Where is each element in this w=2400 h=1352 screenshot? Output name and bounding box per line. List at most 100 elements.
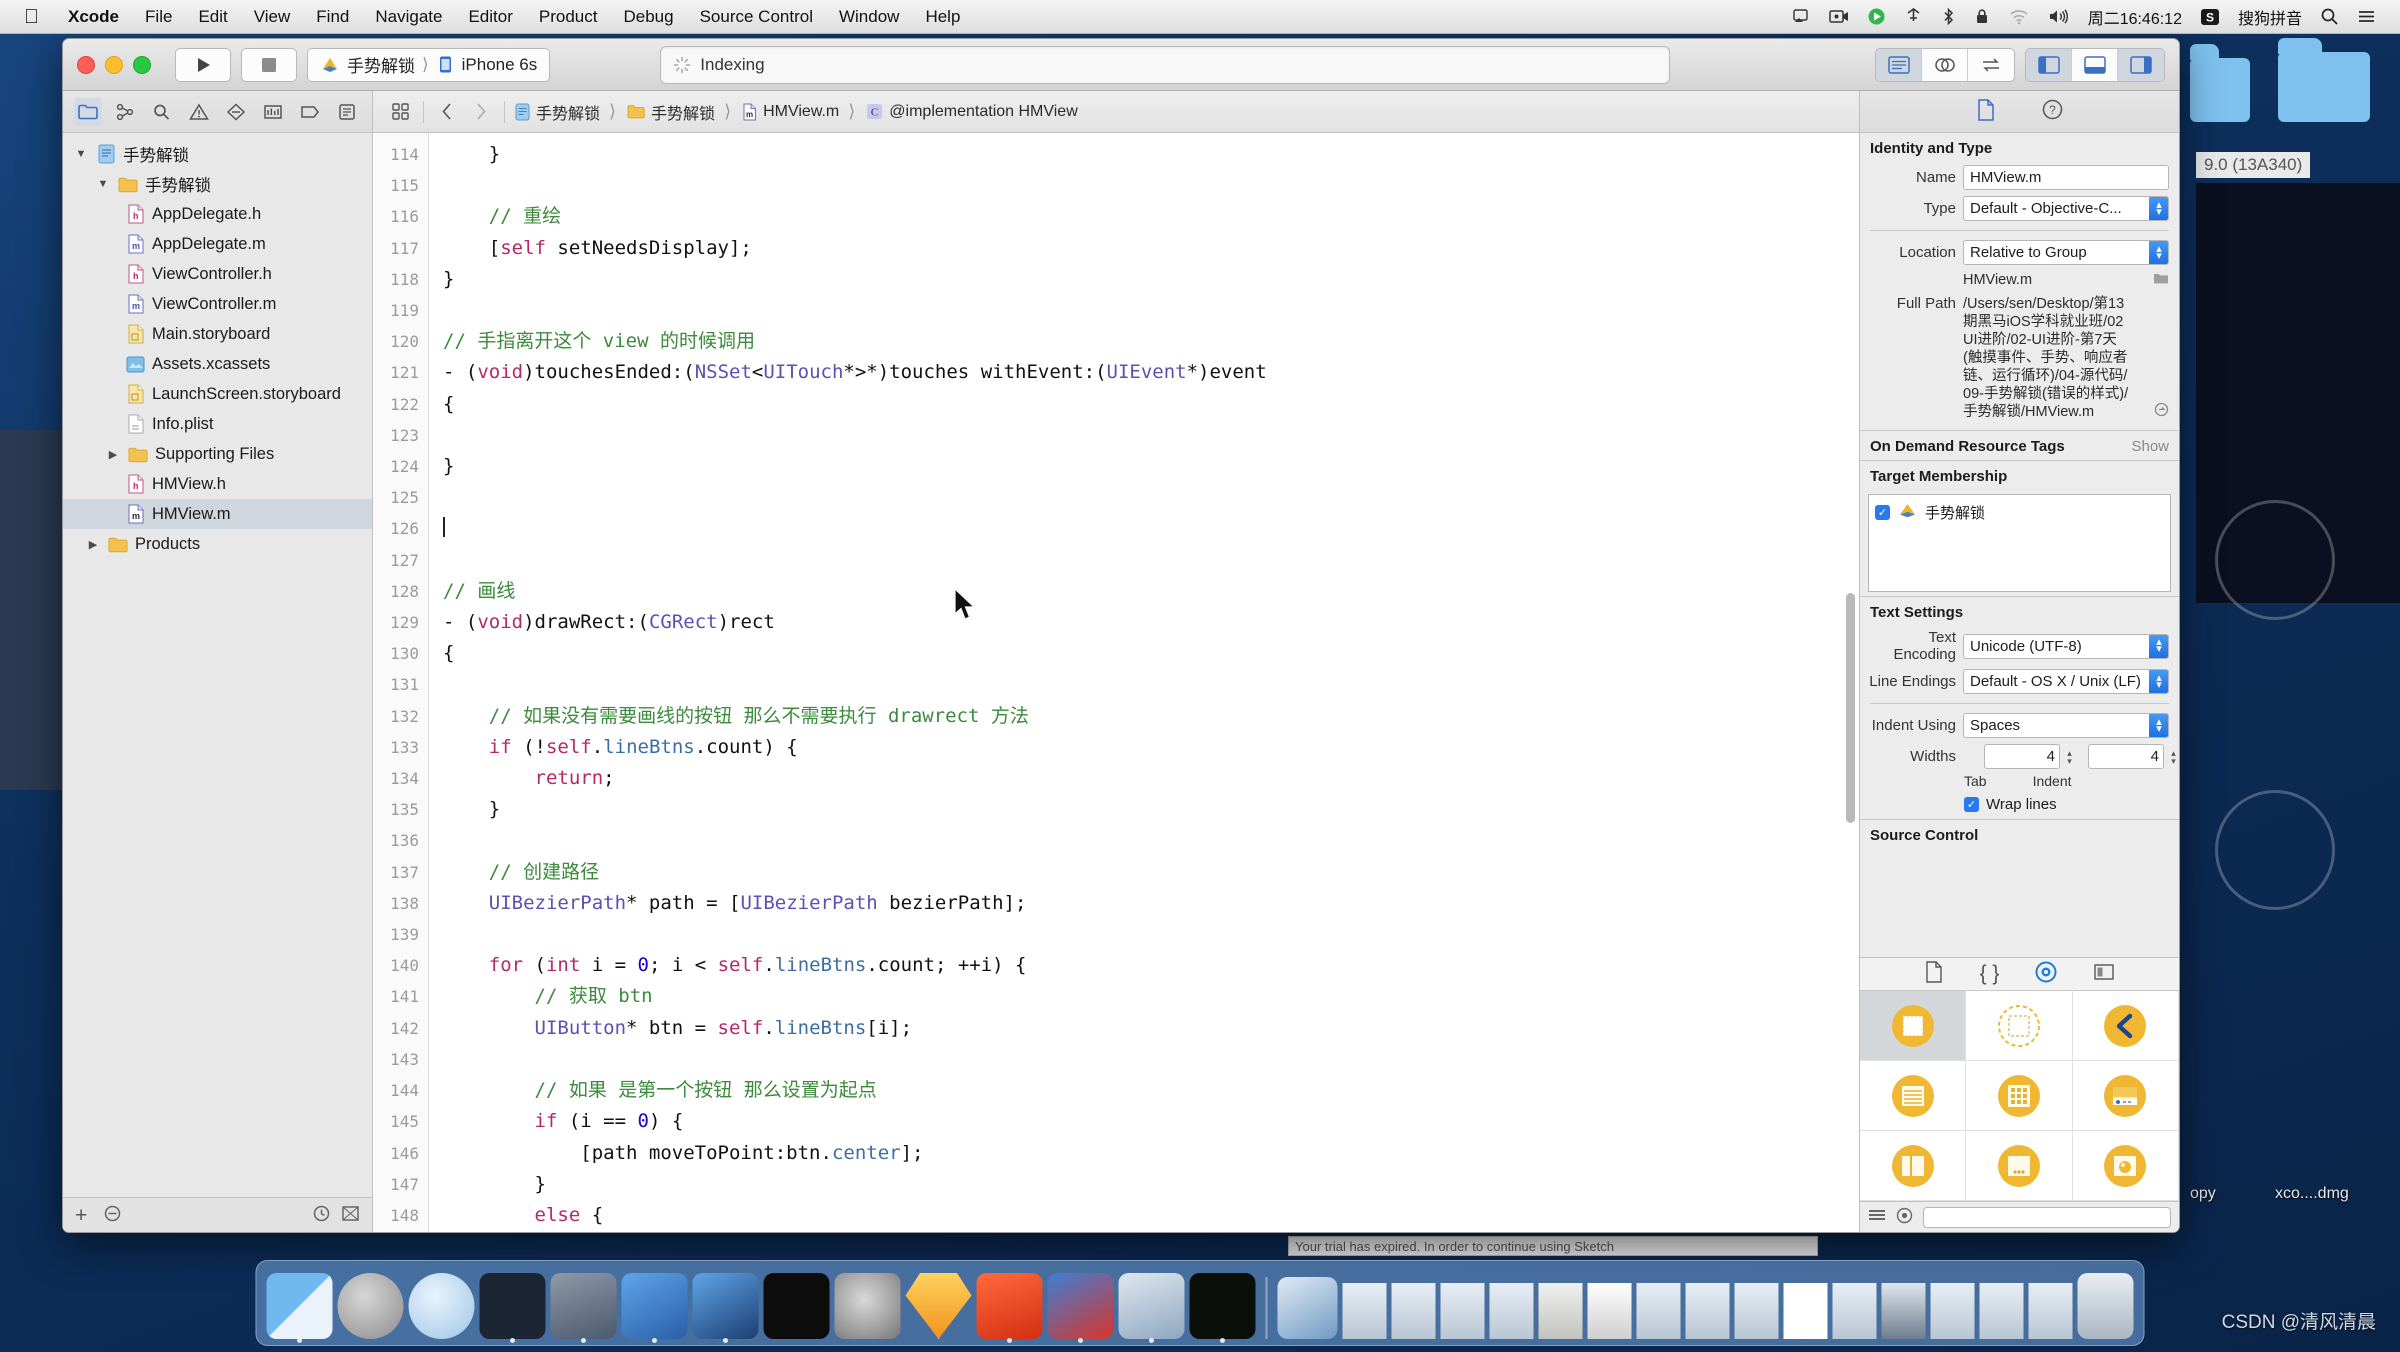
- close-window-button[interactable]: [77, 55, 95, 74]
- navigator-toggle-icon[interactable]: [2026, 48, 2072, 81]
- report-navigator-icon[interactable]: [333, 98, 361, 126]
- list-view-icon[interactable]: [1868, 1208, 1886, 1228]
- source-code-text[interactable]: } // 重绘 [self setNeedsDisplay]; } // 手指离…: [429, 133, 1859, 1232]
- minimized-window[interactable]: [1391, 1283, 1436, 1339]
- menu-item-find[interactable]: Find: [303, 0, 362, 34]
- chevron-left-icon[interactable]: [430, 97, 464, 127]
- minimized-window[interactable]: [1538, 1283, 1583, 1339]
- target-checkbox[interactable]: ✓: [1875, 505, 1890, 520]
- project-file-tree[interactable]: ▼ 手势解锁 ▼ 手势解锁 h AppDelegate.h m AppDeleg…: [63, 133, 372, 1197]
- tree-row-viewcontroller-h[interactable]: h ViewController.h: [63, 259, 372, 289]
- breadcrumb-symbol[interactable]: C @implementation HMView: [862, 103, 1081, 121]
- apple-logo-icon[interactable]: : [24, 7, 39, 27]
- desktop-folder-2[interactable]: [2278, 38, 2370, 122]
- library-search-input[interactable]: [1923, 1207, 2171, 1228]
- trash-dock-icon[interactable]: [2077, 1273, 2134, 1339]
- grid-view-icon[interactable]: [1896, 1207, 1913, 1228]
- sketch-document[interactable]: [1783, 1283, 1828, 1339]
- minimized-window[interactable]: [1930, 1283, 1975, 1339]
- terminal-dock-icon[interactable]: [763, 1273, 830, 1339]
- dropbox-icon[interactable]: [1895, 7, 1932, 26]
- menu-item-help[interactable]: Help: [912, 0, 973, 34]
- dash-dock-icon[interactable]: [479, 1273, 546, 1343]
- chevron-updown-icon[interactable]: ▴ ▾: [2149, 634, 2168, 658]
- library-item-tab-bar-controller-object-icon[interactable]: [2072, 1061, 2179, 1131]
- standard-editor-icon[interactable]: [1876, 48, 1922, 81]
- tree-row-viewcontroller-m[interactable]: m ViewController.m: [63, 289, 372, 319]
- tab-width-field[interactable]: 4 ▴ ▾: [1984, 744, 2072, 769]
- safari-dock-icon[interactable]: [408, 1273, 475, 1339]
- on-demand-show-link[interactable]: Show: [2131, 438, 2169, 455]
- minimized-window[interactable]: [1685, 1283, 1730, 1339]
- menu-item-view[interactable]: View: [241, 0, 304, 34]
- tree-row-group[interactable]: ▼ 手势解锁: [63, 169, 372, 199]
- zoom-window-button[interactable]: [133, 55, 151, 74]
- breadcrumb-file[interactable]: m HMView.m ⟩: [738, 101, 862, 122]
- scheme-selector[interactable]: 手势解锁 ⟩ iPhone 6s: [307, 47, 551, 82]
- debug-navigator-icon[interactable]: [259, 98, 287, 126]
- editor-vertical-scrollbar[interactable]: [1846, 593, 1855, 823]
- indent-width-field[interactable]: 4 ▴ ▾: [2088, 744, 2176, 769]
- minimized-window[interactable]: [1440, 1283, 1485, 1339]
- menu-item-product[interactable]: Product: [526, 0, 611, 34]
- tree-row-main-storyboard[interactable]: Main.storyboard: [63, 319, 372, 349]
- iterm-dock-icon[interactable]: [1189, 1273, 1256, 1343]
- tree-row-project[interactable]: ▼ 手势解锁: [63, 139, 372, 169]
- test-navigator-icon[interactable]: [222, 98, 250, 126]
- chevron-updown-icon[interactable]: ▴ ▾: [2149, 714, 2168, 737]
- finder-dock-icon[interactable]: [266, 1273, 333, 1343]
- minimized-window[interactable]: [1489, 1283, 1534, 1339]
- play-circle-icon[interactable]: [1858, 7, 1895, 26]
- file-template-library-icon[interactable]: [1924, 961, 1944, 987]
- minimized-window[interactable]: [2028, 1283, 2073, 1339]
- screen-record-icon[interactable]: [1820, 7, 1858, 26]
- library-item-split-view-object-icon[interactable]: [1860, 1131, 1967, 1201]
- minimized-window[interactable]: [1587, 1283, 1632, 1339]
- indent-width-stepper[interactable]: ▴ ▾: [2166, 744, 2179, 769]
- line-endings-select[interactable]: Default - OS X / Unix (LF) ▴ ▾: [1963, 669, 2169, 694]
- input-method-label[interactable]: 搜狗拼音: [2229, 5, 2311, 29]
- minimized-window[interactable]: [1342, 1283, 1387, 1339]
- issue-navigator-icon[interactable]: [185, 98, 213, 126]
- tab-width-stepper[interactable]: ▴ ▾: [2062, 744, 2077, 769]
- utilities-toggle-icon[interactable]: [2118, 48, 2164, 81]
- target-membership-row[interactable]: ✓ 手势解锁: [1875, 501, 2164, 524]
- menu-item-file[interactable]: File: [132, 0, 185, 34]
- minimized-window[interactable]: [1832, 1283, 1877, 1339]
- preview-dock-icon[interactable]: [1118, 1273, 1185, 1343]
- tree-row-appdelegate-m[interactable]: m AppDelegate.m: [63, 229, 372, 259]
- minimized-window[interactable]: [1979, 1283, 2024, 1339]
- wifi-icon[interactable]: [1999, 7, 2039, 26]
- file-name-field[interactable]: HMView.m: [1963, 165, 2169, 190]
- minimized-window[interactable]: [1636, 1283, 1681, 1339]
- sketch-dock-icon[interactable]: [905, 1273, 972, 1339]
- find-navigator-icon[interactable]: [148, 98, 176, 126]
- chevron-updown-icon[interactable]: ▴ ▾: [2149, 670, 2168, 693]
- version-editor-icon[interactable]: [1968, 49, 2014, 81]
- airplay-icon[interactable]: [1783, 7, 1820, 26]
- indent-using-select[interactable]: Spaces ▴ ▾: [1963, 713, 2169, 738]
- menu-item-debug[interactable]: Debug: [610, 0, 686, 34]
- editor-mode-segmented-control[interactable]: [1875, 47, 2015, 82]
- source-editor[interactable]: 114 115 116 117 118 119 120 121 122 123 …: [373, 133, 1859, 1232]
- symbol-navigator-icon[interactable]: [111, 98, 139, 126]
- menu-item-edit[interactable]: Edit: [185, 0, 240, 34]
- launchpad-dock-icon[interactable]: [337, 1273, 404, 1339]
- library-item-collection-view-object-icon[interactable]: [1966, 1061, 2073, 1131]
- menu-item-navigate[interactable]: Navigate: [362, 0, 455, 34]
- menubar-clock[interactable]: 周二16:46:12: [2079, 5, 2191, 29]
- tree-row-hmview-h[interactable]: h HMView.h: [63, 469, 372, 499]
- minimize-window-button[interactable]: [105, 55, 123, 74]
- recent-files-icon[interactable]: [312, 1204, 331, 1228]
- view-toggle-segmented-control[interactable]: [2025, 47, 2165, 82]
- library-item-page-view-object-icon[interactable]: [1966, 1131, 2073, 1201]
- chevron-updown-icon[interactable]: ▴ ▾: [2149, 197, 2168, 220]
- tree-row-hmview-m[interactable]: m HMView.m: [63, 499, 372, 529]
- stop-button[interactable]: [241, 47, 297, 82]
- tree-row-appdelegate-h[interactable]: h AppDelegate.h: [63, 199, 372, 229]
- xcode-beta-dock-icon[interactable]: [692, 1273, 759, 1343]
- search-icon[interactable]: [2311, 7, 2348, 26]
- object-library-grid[interactable]: [1860, 991, 2179, 1201]
- breadcrumb-project[interactable]: 手势解锁 ⟩: [511, 100, 623, 124]
- code-snippet-library-icon[interactable]: { }: [1980, 962, 2000, 986]
